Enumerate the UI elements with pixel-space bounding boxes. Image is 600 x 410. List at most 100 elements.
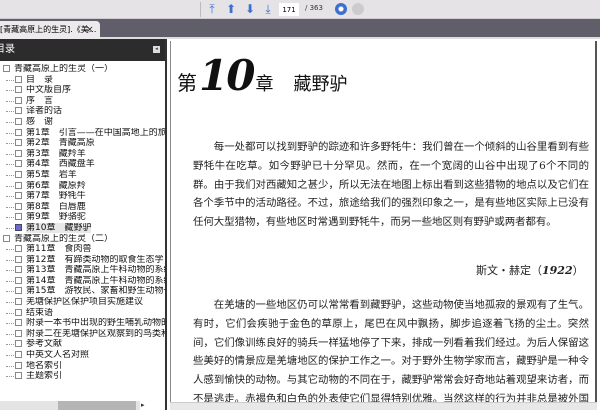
toc-item[interactable]: 附录二在羌塘保护区观察到的鸟类和 xyxy=(0,329,165,340)
arrow-down-icon[interactable]: ⬇ xyxy=(243,3,257,16)
toc-item[interactable]: 译者的话 xyxy=(0,106,165,117)
checkbox-icon[interactable] xyxy=(15,213,22,221)
toc-item[interactable]: 感 谢 xyxy=(0,117,165,128)
toc-item[interactable]: 第4章 西藏盘羊 xyxy=(0,159,165,170)
first-page-icon[interactable]: ⤒ xyxy=(205,3,219,16)
toc-item[interactable]: 附录一本书中出现的野生哺乳动物的 xyxy=(0,318,165,329)
checkbox-icon[interactable] xyxy=(15,192,22,200)
toc-item[interactable]: 第1章 引言——在中国高地上的旅行 xyxy=(0,128,165,139)
chapter-title: 第10 章藏野驴 xyxy=(177,51,347,100)
document-page: 第10 章藏野驴 每一处都可以找到野驴的踪迹和许多野牦牛：我们曾在一个倾斜的山谷里… xyxy=(170,41,597,410)
toc-item[interactable]: 第12章 有蹄类动物的取食生态学 xyxy=(0,255,165,266)
quote-attribution: 斯文・赫定（1922） xyxy=(476,262,584,278)
checkbox-icon[interactable] xyxy=(3,234,10,242)
toc-item-label: 序 言 xyxy=(26,95,54,106)
toc-item-label: 中文版自序 xyxy=(26,85,72,96)
collapse-sidebar-icon[interactable]: ◂ xyxy=(153,46,160,53)
toc-item[interactable]: 参考文献 xyxy=(0,339,165,350)
toc-item-label: 感 谢 xyxy=(26,116,54,127)
page-number-input[interactable] xyxy=(279,3,299,16)
toc-item[interactable]: 第6章 藏原羚 xyxy=(0,181,165,192)
arrow-up-icon[interactable]: ⬆ xyxy=(224,3,238,16)
zoom-in-icon[interactable] xyxy=(335,3,347,15)
attribution-name: 斯文・赫定（ xyxy=(476,264,542,277)
checkbox-icon[interactable] xyxy=(15,223,22,231)
toc-item[interactable]: 中英文人名对照 xyxy=(0,350,165,361)
checkbox-icon[interactable] xyxy=(15,139,22,147)
tab-title: [青藏高原上的生灵].《美... xyxy=(0,25,97,34)
total-pages: / 363 xyxy=(305,4,323,12)
checkbox-icon[interactable] xyxy=(15,245,22,253)
page-gap xyxy=(170,402,597,410)
toc-item-label: 第3章 藏羚羊 xyxy=(26,148,86,159)
zoom-out-icon[interactable] xyxy=(352,3,364,15)
toc-item[interactable]: 第10章 藏野驴 xyxy=(0,222,165,234)
toc-item-label: 第12章 有蹄类动物的取食生态学 xyxy=(26,254,164,265)
checkbox-icon[interactable] xyxy=(15,298,22,306)
checkbox-icon[interactable] xyxy=(15,149,22,157)
toc-item-label: 地名索引 xyxy=(26,360,63,371)
toc-item[interactable]: 青藏高原上的生灵（一） xyxy=(0,64,165,75)
paragraph-body: 在羌塘的一些地区仍可以常常看到藏野驴，这些动物使当地孤寂的景观有了生气。有时，它… xyxy=(193,299,589,405)
chapter-suffix: 章 xyxy=(255,74,274,95)
toc-item[interactable]: 结束语 xyxy=(0,308,165,319)
toc-item[interactable]: 主题索引 xyxy=(0,371,165,382)
checkbox-icon[interactable] xyxy=(15,276,22,284)
toc-item-label: 第15章 游牧民、家畜和野生动物一 xyxy=(26,286,165,297)
toc-item[interactable]: 第8章 白唇鹿 xyxy=(0,202,165,213)
toc-sidebar: 目录 ◂ 青藏高原上的生灵（一）目 录中文版自序序 言译者的话感 谢第1章 引言… xyxy=(0,39,167,410)
toc-item[interactable]: 序 言 xyxy=(0,96,165,107)
chapter-prefix: 第 xyxy=(177,71,197,95)
toc-item[interactable]: 羌塘保护区保护项目实施建议 xyxy=(0,297,165,308)
checkbox-icon[interactable] xyxy=(15,308,22,316)
paragraph-quote: 每一处都可以找到野驴的踪迹和许多野牦牛：我们曾在一个倾斜的山谷里看到有些野牦牛在… xyxy=(193,141,589,229)
checkbox-icon[interactable] xyxy=(15,287,22,295)
checkbox-icon[interactable] xyxy=(15,128,22,136)
document-tab[interactable]: [青藏高原上的生灵].《美... × xyxy=(0,21,100,39)
toc-item[interactable]: 第11章 食肉兽 xyxy=(0,244,165,255)
checkbox-icon[interactable] xyxy=(15,96,22,104)
checkbox-icon[interactable] xyxy=(3,65,10,72)
checkbox-icon[interactable] xyxy=(15,329,22,337)
toc-item[interactable]: 第15章 游牧民、家畜和野生动物一 xyxy=(0,286,165,297)
toc-item-label: 第10章 藏野驴 xyxy=(26,222,92,233)
checkbox-icon[interactable] xyxy=(15,319,22,327)
checkbox-icon[interactable] xyxy=(15,160,22,168)
toc-item-label: 第5章 岩羊 xyxy=(26,169,77,180)
checkbox-icon[interactable] xyxy=(15,181,22,189)
sidebar-title: 目录 xyxy=(0,44,15,55)
scroll-right-icon[interactable]: ▸ xyxy=(141,401,145,409)
checkbox-icon[interactable] xyxy=(15,117,22,125)
toc-item[interactable]: 第3章 藏羚羊 xyxy=(0,149,165,160)
toc-item-label: 主题索引 xyxy=(26,371,63,382)
toc-item[interactable]: 目 录 xyxy=(0,75,165,86)
toc-item[interactable]: 第14章 青藏高原上牛科动物的系统 xyxy=(0,276,165,287)
close-icon[interactable]: × xyxy=(86,21,94,39)
checkbox-icon[interactable] xyxy=(15,372,22,380)
checkbox-icon[interactable] xyxy=(15,202,22,210)
checkbox-icon[interactable] xyxy=(15,266,22,274)
checkbox-icon[interactable] xyxy=(15,86,22,94)
toc-item[interactable]: 第9章 野骆驼 xyxy=(0,212,165,223)
checkbox-icon[interactable] xyxy=(15,75,22,83)
toc-item-label: 附录一本书中出现的野生哺乳动物的 xyxy=(26,318,165,329)
last-page-icon[interactable]: ⤓ xyxy=(261,3,275,16)
toc-item[interactable]: 中文版自序 xyxy=(0,85,165,96)
toc-item[interactable]: 第7章 野牦牛 xyxy=(0,191,165,202)
checkbox-icon[interactable] xyxy=(15,361,22,369)
toolbar-separator xyxy=(200,2,201,17)
toc-item[interactable]: 第5章 岩羊 xyxy=(0,170,165,181)
scrollbar-thumb[interactable] xyxy=(58,401,136,410)
checkbox-icon[interactable] xyxy=(15,170,22,178)
checkbox-icon[interactable] xyxy=(15,255,22,263)
toc-item-label: 第7章 野牦牛 xyxy=(26,191,86,202)
toc-item[interactable]: 地名索引 xyxy=(0,361,165,372)
toc-item[interactable]: 第2章 青藏高原 xyxy=(0,138,165,149)
attribution-close: ） xyxy=(572,264,584,277)
toc-item[interactable]: 青藏高原上的生灵（二） xyxy=(0,234,165,245)
toc-item-label: 第6章 藏原羚 xyxy=(26,180,86,191)
checkbox-icon[interactable] xyxy=(15,107,22,115)
checkbox-icon[interactable] xyxy=(15,351,22,359)
checkbox-icon[interactable] xyxy=(15,340,22,348)
toc-item[interactable]: 第13章 青藏高原上牛科动物的系统 xyxy=(0,265,165,276)
